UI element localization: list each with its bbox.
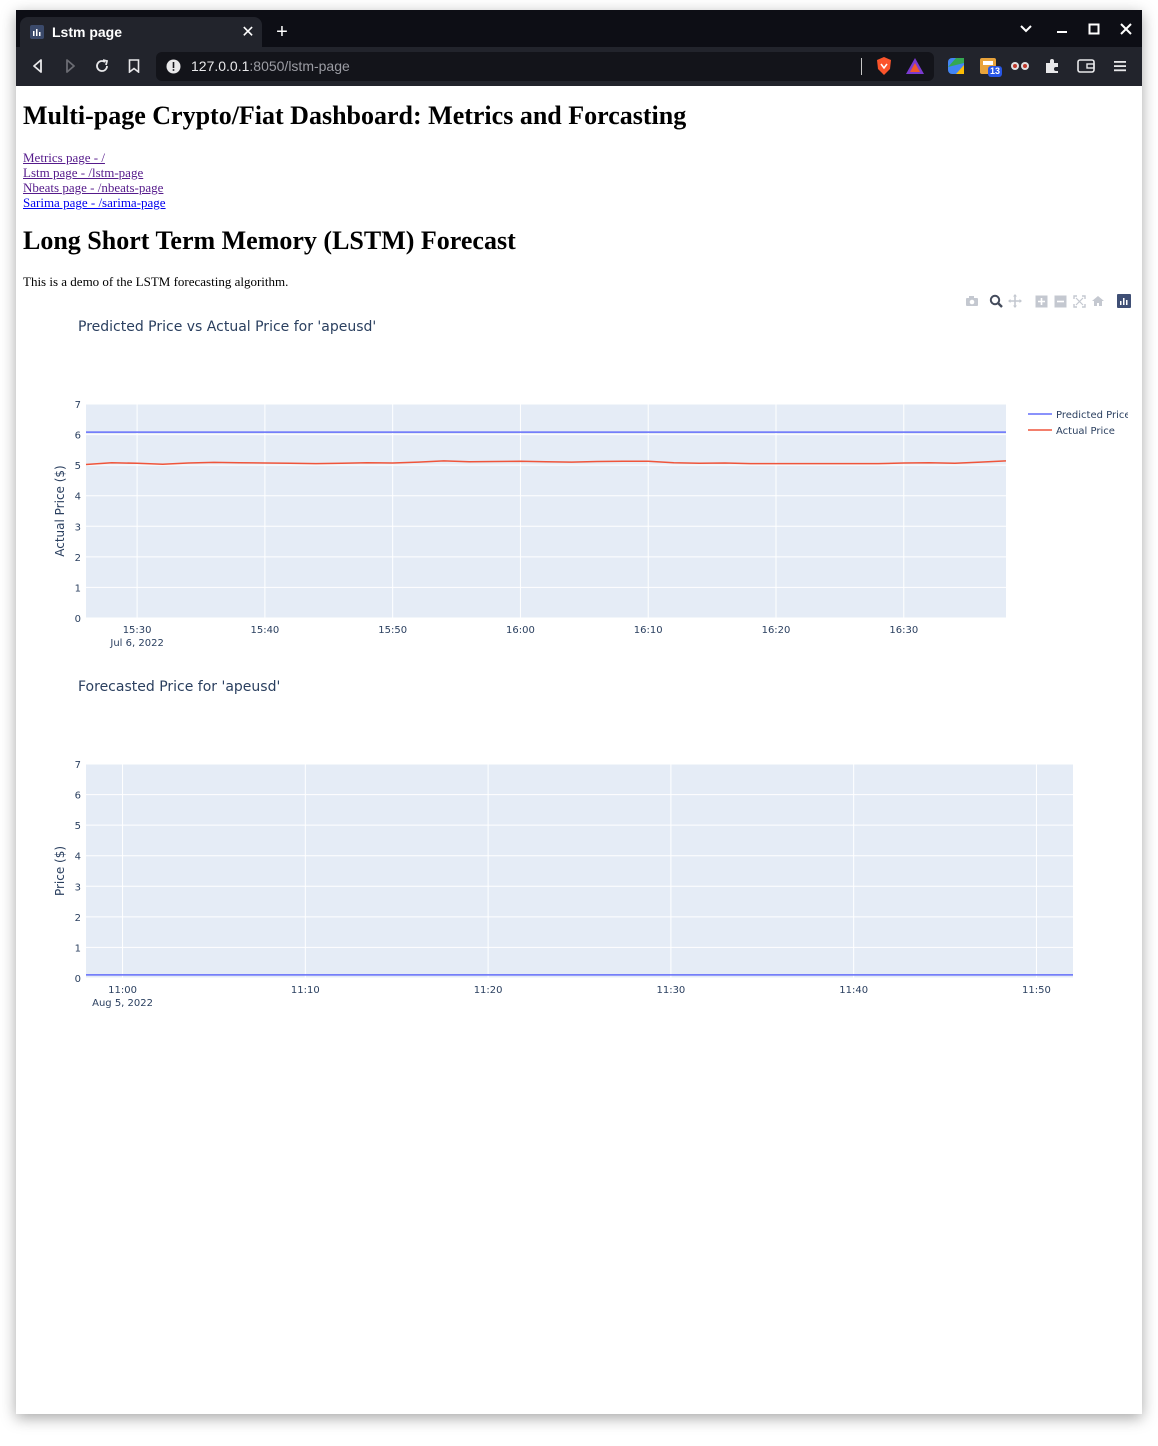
legend-label: Predicted Price	[1056, 410, 1128, 421]
reset-axes-icon[interactable]	[1090, 293, 1106, 309]
x-tick-label: 16:20	[762, 625, 791, 636]
y-tick-label: 6	[75, 791, 81, 802]
plot-modebar	[956, 293, 1136, 309]
browser-toolbar: 127.0.0.1:8050/lstm-page 13	[16, 47, 1142, 86]
forward-icon[interactable]	[59, 55, 81, 77]
brave-rewards-icon[interactable]	[903, 54, 927, 78]
x-tick-label: 11:30	[656, 985, 685, 996]
x-tick-label: 16:00	[506, 625, 535, 636]
plotly-favicon-icon	[30, 25, 44, 39]
brave-shields-icon[interactable]	[872, 54, 896, 78]
extensions-puzzle-icon[interactable]	[1040, 54, 1064, 78]
camera-icon[interactable]	[964, 293, 980, 309]
y-tick-label: 3	[75, 522, 81, 533]
x-tick-label: 11:00	[108, 985, 137, 996]
address-bar[interactable]: 127.0.0.1:8050/lstm-page	[156, 52, 934, 81]
tab-title: Lstm page	[52, 24, 123, 40]
x-tick-label: 15:30	[123, 625, 152, 636]
pan-icon[interactable]	[1007, 293, 1023, 309]
extension-glasses-icon[interactable]	[1008, 54, 1032, 78]
link-lstm-page[interactable]: Lstm page - /lstm-page	[23, 165, 166, 180]
description-text: This is a demo of the LSTM forecasting a…	[23, 274, 289, 289]
y-tick-label: 5	[75, 461, 81, 472]
tab-strip: Lstm page ✕ +	[16, 10, 1142, 47]
extension-colorful-icon[interactable]	[944, 54, 968, 78]
maximize-icon[interactable]	[1082, 18, 1106, 40]
link-sarima-page[interactable]: Sarima page - /sarima-page	[23, 195, 166, 210]
new-tab-button[interactable]: +	[270, 20, 294, 44]
y-tick-label: 6	[75, 431, 81, 442]
chart-1-svg: Predicted Price vs Actual Price for 'ape…	[53, 319, 1131, 671]
x-tick-label: 11:40	[839, 985, 868, 996]
y-tick-label: 2	[75, 913, 81, 924]
extension-badge-icon[interactable]: 13	[976, 54, 1003, 78]
y-tick-label: 7	[75, 760, 81, 771]
reload-icon[interactable]	[91, 55, 113, 77]
x-tick-label: 16:30	[889, 625, 918, 636]
extension-badge-count: 13	[988, 66, 1003, 77]
x-tick-label: 16:10	[634, 625, 663, 636]
window-close-icon[interactable]	[1114, 18, 1138, 40]
plotly-logo-icon[interactable]	[1116, 293, 1132, 309]
url-path: :8050/lstm-page	[249, 58, 350, 74]
chart-forecasted-price: Forecasted Price for 'apeusd' 0 1 2 3 4 5 6 7 11:…	[38, 671, 1128, 1031]
section-heading: Long Short Term Memory (LSTM) Forecast	[23, 226, 516, 255]
y-tick-label: 1	[75, 943, 81, 954]
page-title: Multi-page Crypto/Fiat Dashboard: Metric…	[23, 101, 687, 130]
link-metrics-page[interactable]: Metrics page - /	[23, 150, 166, 165]
y-tick-label: 3	[75, 882, 81, 893]
chevron-down-icon[interactable]	[1014, 18, 1038, 40]
plot-area	[86, 764, 1073, 978]
x-tick-label: 15:40	[250, 625, 279, 636]
y-tick-label: 4	[75, 492, 81, 503]
wallet-icon[interactable]	[1074, 54, 1098, 78]
plot-area	[86, 404, 1006, 618]
chart-2-svg: Forecasted Price for 'apeusd' 0 1 2 3 4 5 6 7 11:…	[53, 679, 1073, 1031]
url-host: 127.0.0.1	[191, 58, 250, 74]
y-axis-title: Actual Price ($)	[53, 465, 67, 557]
x-tick-label: 11:20	[474, 985, 503, 996]
menu-icon[interactable]	[1108, 54, 1132, 78]
close-icon[interactable]: ✕	[236, 22, 260, 42]
zoom-icon[interactable]	[988, 293, 1004, 309]
browser-window: Lstm page ✕ + 127.0.0.1:8050/lstm-page 1…	[16, 10, 1142, 1414]
x-date-label: Aug 5, 2022	[92, 998, 153, 1009]
zoom-in-icon[interactable]	[1033, 293, 1049, 309]
y-tick-label: 7	[75, 400, 81, 411]
back-icon[interactable]	[27, 55, 49, 77]
x-tick-label: 11:10	[291, 985, 320, 996]
legend-label: Actual Price	[1056, 426, 1115, 437]
x-tick-label: 11:50	[1022, 985, 1051, 996]
y-tick-label: 0	[75, 614, 81, 625]
page-links: Metrics page - / Lstm page - /lstm-page …	[23, 150, 166, 210]
link-nbeats-page[interactable]: Nbeats page - /nbeats-page	[23, 180, 166, 195]
url-divider	[861, 58, 862, 75]
x-tick-label: 15:50	[378, 625, 407, 636]
y-tick-label: 1	[75, 583, 81, 594]
autoscale-icon[interactable]	[1071, 293, 1087, 309]
site-info-icon[interactable]	[166, 59, 181, 74]
y-axis-title: Price ($)	[53, 846, 67, 896]
chart-title: Forecasted Price for 'apeusd'	[78, 679, 280, 695]
page-content: Multi-page Crypto/Fiat Dashboard: Metric…	[16, 86, 1142, 1414]
url-text: 127.0.0.1:8050/lstm-page	[191, 58, 350, 74]
y-tick-label: 4	[75, 852, 81, 863]
minimize-icon[interactable]	[1050, 18, 1074, 40]
tab-lstm-page[interactable]: Lstm page ✕	[20, 17, 262, 47]
y-tick-label: 0	[75, 974, 81, 985]
y-tick-label: 2	[75, 553, 81, 564]
chart-predicted-vs-actual: Predicted Price vs Actual Price for 'ape…	[38, 311, 1131, 671]
chart-title: Predicted Price vs Actual Price for 'ape…	[78, 319, 376, 335]
bookmark-icon[interactable]	[123, 55, 145, 77]
zoom-out-icon[interactable]	[1052, 293, 1068, 309]
y-tick-label: 5	[75, 821, 81, 832]
x-date-label: Jul 6, 2022	[109, 638, 163, 649]
